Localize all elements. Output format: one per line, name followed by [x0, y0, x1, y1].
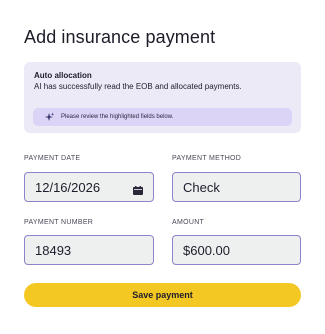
payment-date-value: 12/16/2026 — [35, 179, 101, 195]
alert-message: AI has successfully read the EOB and all… — [34, 82, 242, 91]
payment-method-label: PAYMENT METHOD — [172, 155, 242, 162]
save-payment-button[interactable]: Save payment — [24, 283, 301, 307]
amount-field[interactable]: $600.00 — [172, 235, 301, 265]
auto-allocation-alert: Auto allocation AI has successfully read… — [24, 62, 301, 133]
payment-date-field[interactable]: 12/16/2026 — [24, 172, 154, 202]
amount-label: AMOUNT — [172, 219, 205, 226]
payment-number-value: 18493 — [35, 242, 72, 258]
page-title: Add insurance payment — [24, 27, 216, 47]
payment-method-field[interactable]: Check — [172, 172, 301, 202]
amount-value: $600.00 — [183, 242, 230, 258]
payment-number-label: PAYMENT NUMBER — [24, 219, 94, 226]
review-note: Please review the highlighted fields bel… — [33, 108, 292, 126]
review-note-text: Please review the highlighted fields bel… — [61, 114, 174, 120]
payment-date-label: PAYMENT DATE — [24, 155, 81, 162]
payment-method-value: Check — [183, 179, 220, 195]
calendar-icon[interactable] — [133, 183, 143, 195]
sparkle-icon — [44, 112, 55, 123]
payment-number-field[interactable]: 18493 — [24, 235, 154, 265]
alert-title: Auto allocation — [34, 71, 92, 80]
